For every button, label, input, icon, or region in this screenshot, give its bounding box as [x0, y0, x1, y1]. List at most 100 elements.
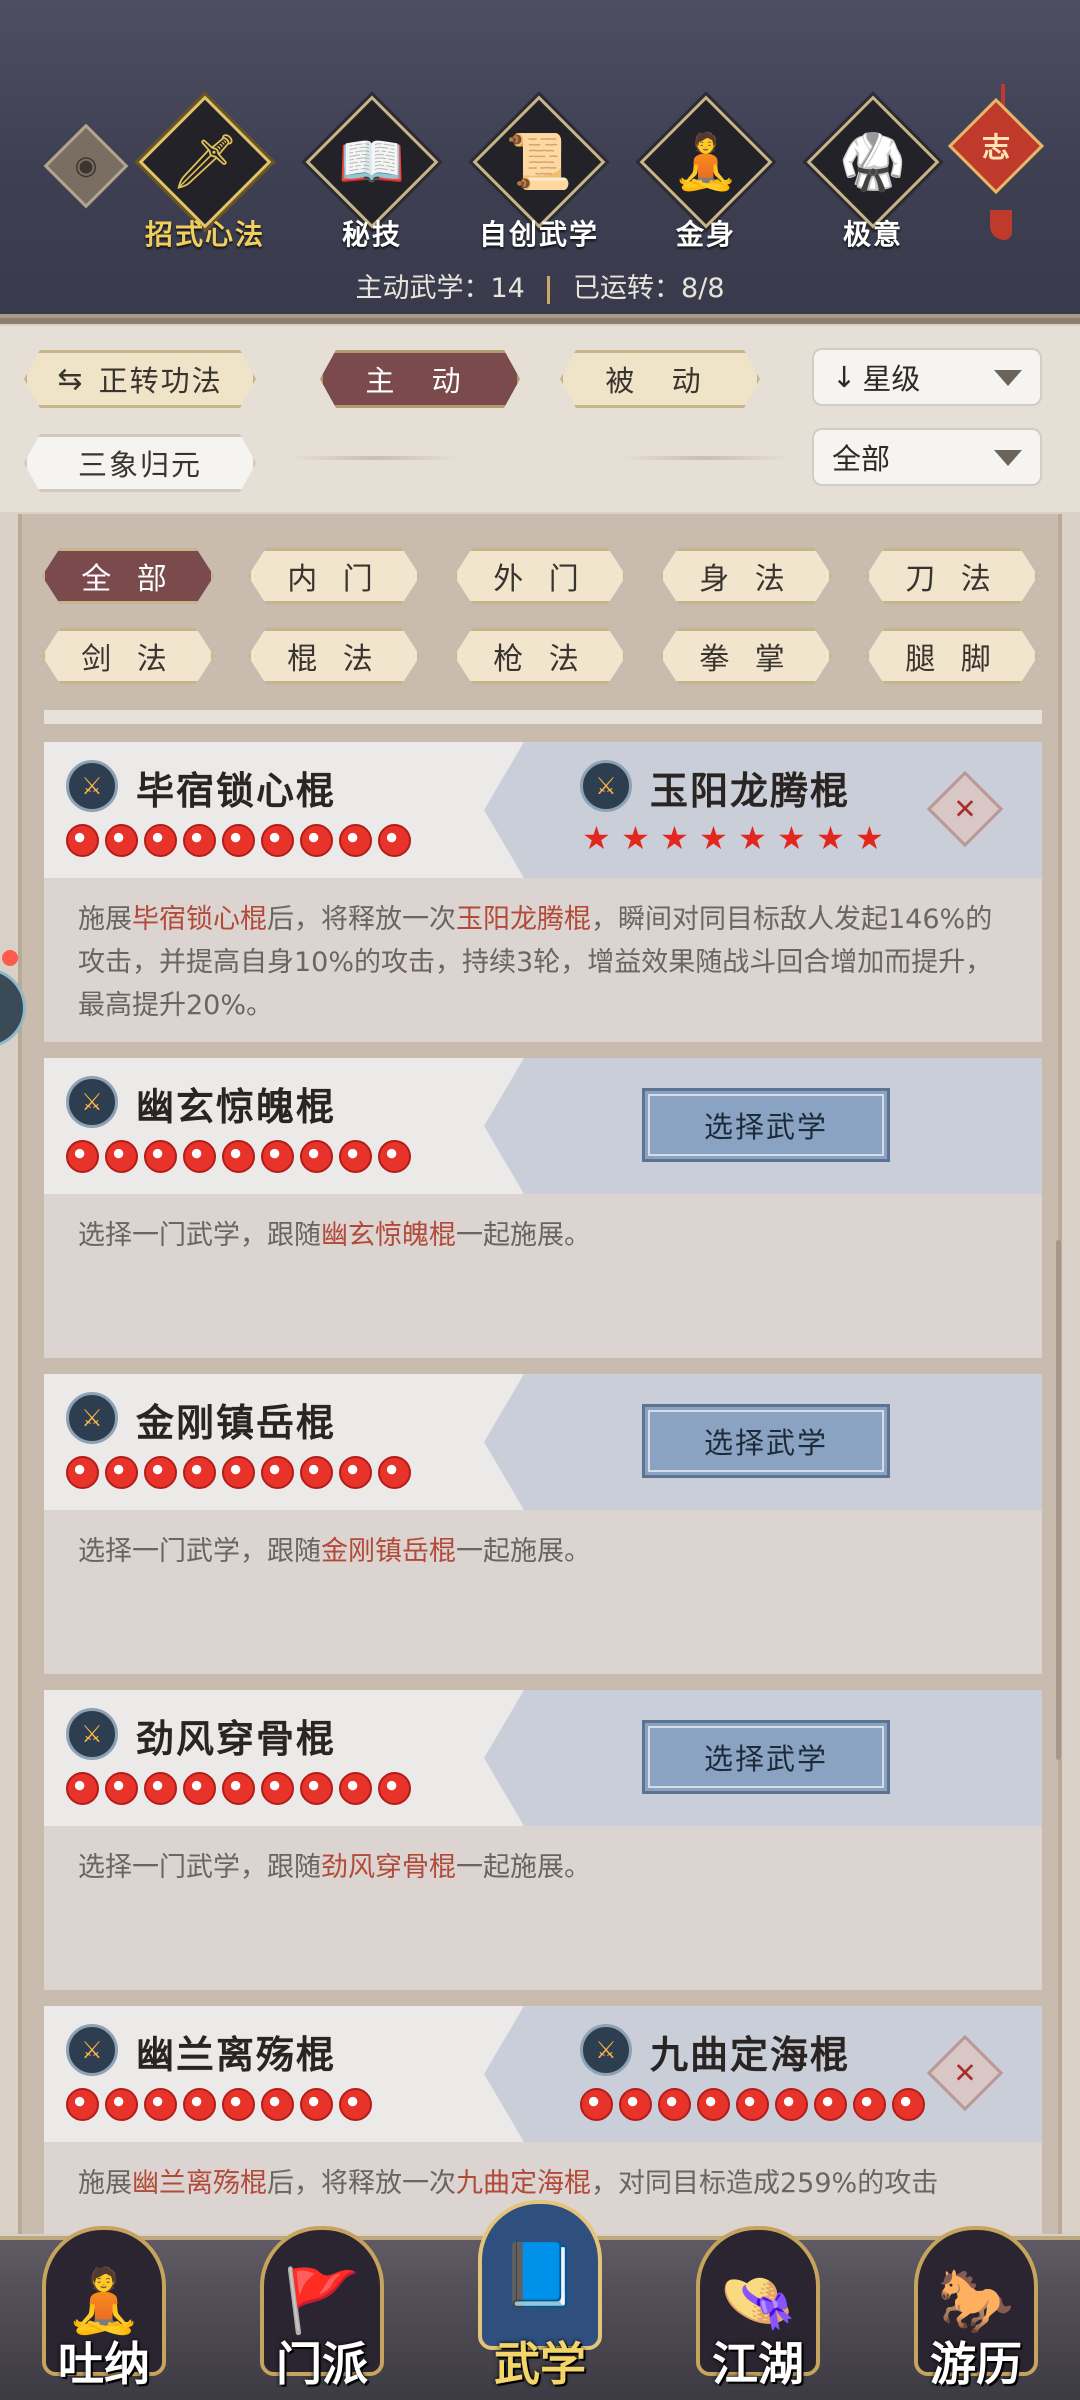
tab-ultimate-intent[interactable]: 🥋 极意 — [803, 95, 943, 255]
flame-orb-icon — [261, 1456, 294, 1489]
star-icon: ★ — [816, 819, 845, 857]
choose-martial-button[interactable]: 选择武学 — [642, 1720, 890, 1794]
flame-orb-icon — [222, 1456, 255, 1489]
nav-sect[interactable]: 🚩 门派 — [250, 2226, 394, 2400]
three-unify-button[interactable]: 三象归元 — [24, 434, 256, 492]
category-sword[interactable]: 剑 法 — [42, 628, 214, 684]
flame-orb-icon — [183, 1140, 216, 1173]
meditation-icon: 🧘 — [672, 130, 740, 193]
primary-star-rating — [66, 2088, 372, 2121]
scroll-icon: 📜 — [505, 130, 573, 193]
choose-martial-button[interactable]: 选择武学 — [642, 1404, 890, 1478]
description-text: 一起施展。 — [456, 1852, 591, 1883]
eye-toggle-button[interactable]: ◉ — [43, 123, 129, 209]
list-top-rule — [44, 710, 1042, 724]
cycle-method-button[interactable]: ⇆ 正转功法 — [24, 350, 256, 408]
star-icon: ★ — [738, 819, 767, 857]
flame-orb-icon — [183, 1772, 216, 1805]
star-icon: ★ — [621, 819, 650, 857]
secondary-skill-name: 玉阳龙腾棍 — [650, 769, 851, 813]
filter-area: ⇆ 正转功法 主 动 被 动 ↓ 星级 三象归元 全部 — [0, 326, 1080, 512]
skill-description: 选择一门武学，跟随金刚镇岳棍一起施展。 — [78, 1530, 1008, 1573]
staff-skill-icon: ⚔ — [66, 1708, 118, 1760]
flame-orb-icon — [66, 824, 99, 857]
category-movement[interactable]: 身 法 — [660, 548, 832, 604]
flame-orb-icon — [814, 2088, 847, 2121]
staff-skill-icon: ⚔ — [66, 1392, 118, 1444]
category-staff[interactable]: 棍 法 — [248, 628, 420, 684]
skill-card[interactable]: ⚔ 金刚镇岳棍 选择武学 选择一门武学，跟随金刚镇岳棍一起施展。 — [44, 1374, 1042, 1674]
highlighted-skill-name: 九曲定海棍 — [456, 2168, 591, 2199]
primary-star-rating — [66, 824, 411, 857]
flame-orb-icon — [261, 824, 294, 857]
active-filter-button[interactable]: 主 动 — [320, 350, 520, 408]
martial-stance-icon: 🥋 — [839, 130, 907, 193]
sort-arrow-icon: ↓ — [832, 360, 857, 394]
star-icon: ★ — [582, 819, 611, 857]
flame-orb-icon — [144, 1456, 177, 1489]
description-text: 施展 — [78, 904, 132, 935]
chevron-down-icon — [994, 450, 1022, 466]
notification-dot — [2, 950, 18, 966]
divider-ornament — [620, 456, 790, 460]
divider-ornament — [290, 456, 460, 460]
passive-filter-button[interactable]: 被 动 — [560, 350, 760, 408]
nav-travel[interactable]: 🐎 游历 — [904, 2226, 1048, 2400]
sort-select-value: 星级 — [862, 362, 921, 396]
flame-orb-icon — [697, 2088, 730, 2121]
highlighted-skill-name: 毕宿锁心棍 — [132, 904, 267, 935]
skill-description: 选择一门武学，跟随幽玄惊魄棍一起施展。 — [78, 1214, 1008, 1257]
sword-icon: 🗡 — [170, 130, 240, 193]
flame-orb-icon — [300, 824, 333, 857]
tab-moves-heart-method[interactable]: 🗡 招式心法 — [135, 95, 275, 255]
tab-label: 自创武学 — [478, 218, 599, 251]
category-leg[interactable]: 腿 脚 — [866, 628, 1038, 684]
category-spear[interactable]: 枪 法 — [454, 628, 626, 684]
skill-card[interactable]: ⚔ 劲风穿骨棍 选择武学 选择一门武学，跟随劲风穿骨棍一起施展。 — [44, 1690, 1042, 1990]
description-text: 一起施展。 — [456, 1536, 591, 1567]
choose-martial-button[interactable]: 选择武学 — [642, 1088, 890, 1162]
tab-label: 秘技 — [341, 218, 402, 251]
highlighted-skill-name: 幽玄惊魄棍 — [321, 1220, 456, 1251]
flame-orb-icon — [222, 2088, 255, 2121]
scope-select[interactable]: 全部 — [812, 428, 1042, 486]
flame-orb-icon — [222, 1772, 255, 1805]
highlighted-skill-name: 幽兰离殇棍 — [132, 2168, 267, 2199]
flame-orb-icon — [300, 1772, 333, 1805]
swap-icon: ⇆ — [57, 361, 85, 397]
flame-orb-icon — [378, 1140, 411, 1173]
description-text: 施展 — [78, 2168, 132, 2199]
category-blade[interactable]: 刀 法 — [866, 548, 1038, 604]
category-fist[interactable]: 拳 掌 — [660, 628, 832, 684]
flame-orb-icon — [144, 824, 177, 857]
nav-label: 游历 — [930, 2337, 1022, 2391]
stats-divider — [547, 275, 551, 304]
primary-skill-name: 幽兰离殇棍 — [136, 2033, 337, 2077]
skill-card[interactable]: ⚔ 幽玄惊魄棍 选择武学 选择一门武学，跟随幽玄惊魄棍一起施展。 — [44, 1058, 1042, 1358]
tab-custom-martial[interactable]: 📜 自创武学 — [469, 95, 609, 255]
nav-breathing[interactable]: 🧘 吐纳 — [32, 2226, 176, 2400]
category-all[interactable]: 全 部 — [42, 548, 214, 604]
sort-select[interactable]: ↓ 星级 — [812, 348, 1042, 406]
tab-golden-body[interactable]: 🧘 金身 — [636, 95, 776, 255]
staff-skill-icon: ⚔ — [66, 2024, 118, 2076]
tab-label: 招式心法 — [144, 218, 265, 251]
flame-orb-icon — [775, 2088, 808, 2121]
category-outer[interactable]: 外 门 — [454, 548, 626, 604]
star-icon: ★ — [855, 819, 884, 857]
category-inner[interactable]: 内 门 — [248, 548, 420, 604]
nav-jianghu[interactable]: 👒 江湖 — [686, 2226, 830, 2400]
tab-secret-skill[interactable]: 📖 秘技 — [302, 95, 442, 255]
skill-card[interactable]: ⚔ 毕宿锁心棍 ⚔ 玉阳龙腾棍 ★ ★ ★ ★ ★ ★ ★ ★ ✕ 施展毕宿锁心棍后，将释放一… — [44, 742, 1042, 1042]
close-icon: ✕ — [953, 792, 977, 826]
ambition-knot-button[interactable]: 志 — [947, 97, 1045, 195]
active-filter-label: 主 动 — [365, 364, 475, 398]
tab-label: 极意 — [842, 218, 903, 251]
flame-orb-icon — [105, 1456, 138, 1489]
staff-skill-icon: ⚔ — [66, 760, 118, 812]
list-scrollbar[interactable] — [1056, 1240, 1061, 1760]
highlighted-skill-name: 金刚镇岳棍 — [321, 1536, 456, 1567]
nav-martial[interactable]: 📘 武学 — [468, 2200, 612, 2400]
flame-orb-icon — [300, 1140, 333, 1173]
star-icon: ★ — [777, 819, 806, 857]
